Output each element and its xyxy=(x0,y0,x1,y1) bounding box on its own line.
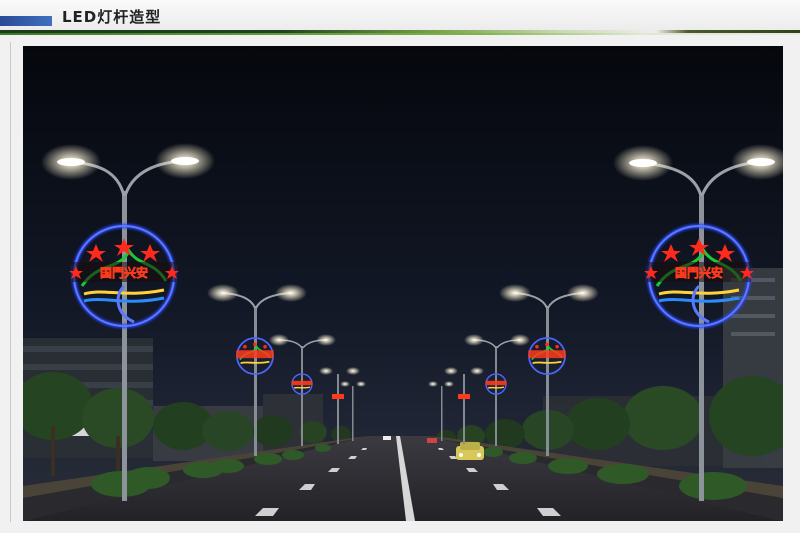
left-margin-rule xyxy=(10,42,11,522)
sign-text-right: 国門兴安 xyxy=(675,265,723,280)
page-title: LED灯杆造型 xyxy=(62,8,162,26)
sign-text-left: 国門兴安 xyxy=(100,265,148,280)
header-divider-accent xyxy=(0,33,800,35)
scene-svg: 国門兴安 国門兴安 xyxy=(23,46,783,521)
header-accent-block xyxy=(0,16,52,26)
street-night-rendering: 国門兴安 国門兴安 xyxy=(23,46,783,521)
